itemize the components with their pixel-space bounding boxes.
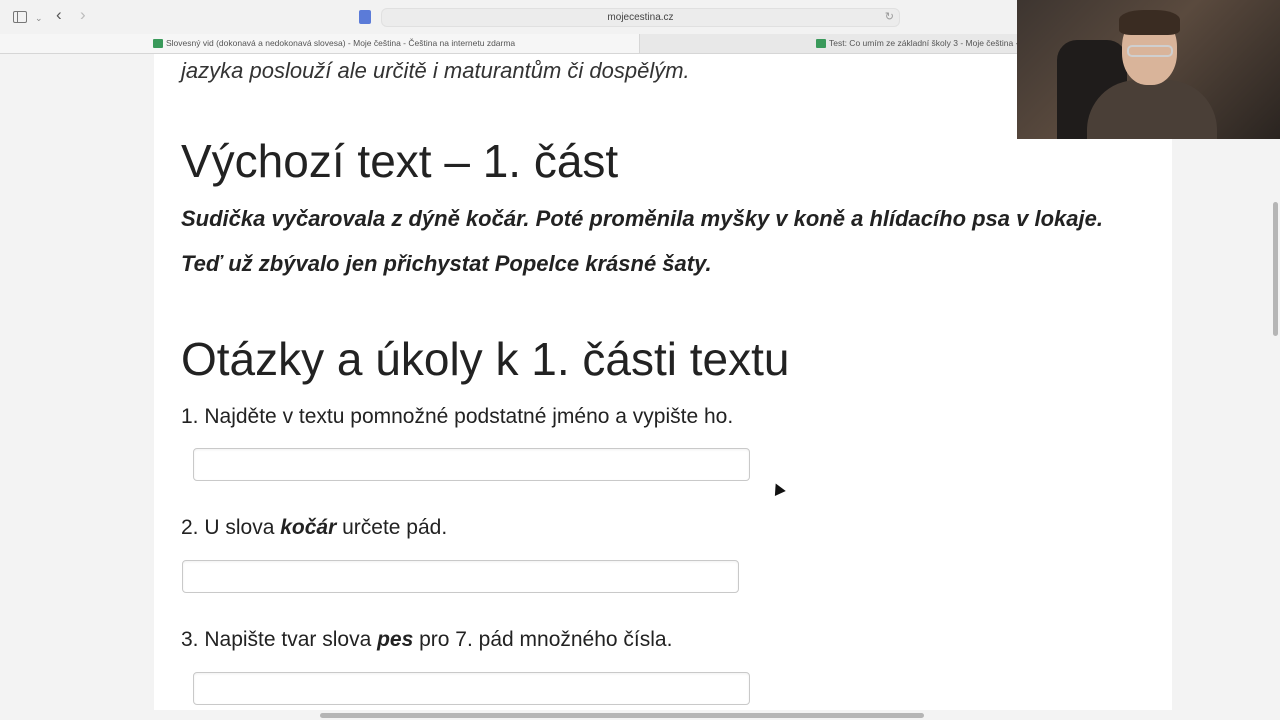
- webcam-person-hair: [1119, 10, 1180, 35]
- webcam-glasses: [1127, 45, 1173, 57]
- answer-input-3[interactable]: [193, 672, 750, 705]
- answer-input-1[interactable]: [193, 448, 750, 481]
- tab-title: Test: Co umím ze základní školy 3 - Moje…: [829, 38, 1020, 48]
- article: jazyka poslouží ale určitě i maturantům …: [154, 54, 1172, 710]
- sidebar-icon[interactable]: [13, 11, 27, 23]
- questions-heading: Otázky a úkoly k 1. části textu: [181, 333, 790, 385]
- back-icon[interactable]: ‹: [56, 6, 62, 24]
- question-keyword: kočár: [280, 516, 337, 539]
- tab-test[interactable]: Test: Co umím ze základní školy 3 - Moje…: [640, 34, 1020, 53]
- vertical-scroll-thumb[interactable]: [1273, 202, 1278, 336]
- tab-slovesny-vid[interactable]: Slovesný vid (dokonavá a nedokonavá slov…: [0, 34, 640, 53]
- horizontal-scroll-thumb[interactable]: [320, 713, 924, 718]
- chevron-down-icon[interactable]: ⌄: [35, 9, 43, 27]
- forward-icon[interactable]: ›: [80, 6, 86, 24]
- address-bar[interactable]: mojecestina.cz ↻: [381, 8, 900, 27]
- page-icon: [359, 10, 371, 24]
- site-favicon-icon: [816, 39, 826, 49]
- site-favicon-icon: [153, 39, 163, 49]
- question-1: 1. Najděte v textu pomnožné podstatné jm…: [181, 405, 734, 428]
- vertical-scrollbar[interactable]: [1270, 54, 1280, 710]
- horizontal-scrollbar[interactable]: [0, 710, 1280, 720]
- url-text: mojecestina.cz: [607, 12, 674, 23]
- source-text-heading: Výchozí text – 1. část: [181, 135, 619, 187]
- question-keyword: pes: [377, 628, 414, 651]
- webcam-overlay: [1017, 0, 1280, 139]
- tab-title: Slovesný vid (dokonavá a nedokonavá slov…: [166, 38, 516, 48]
- source-text-line: Sudička vyčarovala z dýně kočár. Poté pr…: [181, 206, 1103, 231]
- page-viewport: jazyka poslouží ale určitě i maturantům …: [0, 54, 1280, 710]
- source-text-line: Teď už zbývalo jen přichystat Popelce kr…: [181, 251, 712, 276]
- question-2: 2. U slova kočár určete pád.: [181, 516, 448, 539]
- webcam-person-body: [1087, 80, 1217, 139]
- question-3: 3. Napište tvar slova pes pro 7. pád mno…: [181, 628, 673, 651]
- reload-icon[interactable]: ↻: [885, 10, 894, 23]
- intro-text: jazyka poslouží ale určitě i maturantům …: [181, 58, 690, 83]
- answer-input-2[interactable]: [182, 560, 739, 593]
